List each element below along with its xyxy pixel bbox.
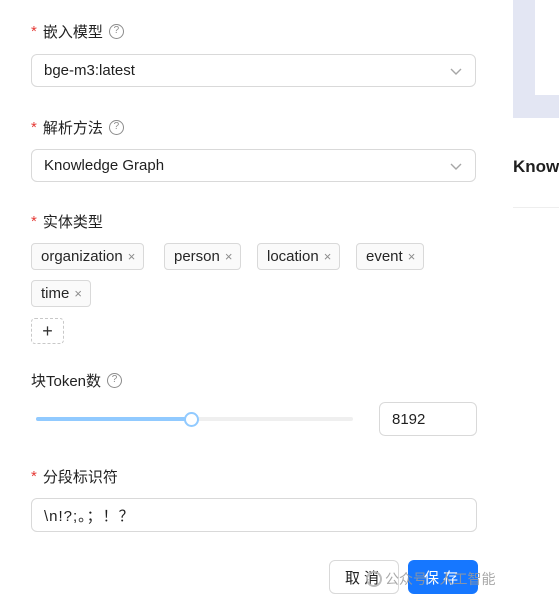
required-mark: * xyxy=(31,212,37,230)
tag-label: time xyxy=(41,285,70,302)
add-tag-button[interactable]: + xyxy=(31,318,64,344)
embedding-model-label: * 嵌入模型 ? xyxy=(31,21,124,41)
embedding-model-label-text: 嵌入模型 xyxy=(42,23,103,41)
tag-time: time × xyxy=(31,280,91,307)
watermark-text: 公众号 · 人工智能 xyxy=(385,571,496,587)
required-mark: * xyxy=(31,118,37,136)
help-icon[interactable]: ? xyxy=(108,23,124,39)
required-mark: * xyxy=(31,22,37,40)
watermark: 公众号 · 人工智能 xyxy=(366,569,495,589)
illustration-highlight xyxy=(535,0,559,95)
tag-person: person × xyxy=(164,243,242,270)
watermark-logo-icon xyxy=(366,571,382,587)
tag-label: organization xyxy=(41,248,123,265)
chunk-token-slider[interactable] xyxy=(36,409,353,429)
parse-method-select[interactable]: Knowledge Graph xyxy=(31,149,476,182)
chunk-token-input[interactable]: 8192 xyxy=(379,402,477,436)
close-icon[interactable]: × xyxy=(128,249,136,264)
chevron-down-icon xyxy=(450,68,462,75)
slider-track xyxy=(36,417,192,421)
tag-organization: organization × xyxy=(31,243,145,270)
chevron-down-icon xyxy=(450,163,462,170)
chunk-token-label: 块Token数 ? xyxy=(31,370,123,390)
preview-heading: Know xyxy=(513,157,559,176)
chunk-token-label-text: 块Token数 xyxy=(31,372,102,390)
entity-types-label-text: 实体类型 xyxy=(42,213,103,231)
help-icon[interactable]: ? xyxy=(108,119,124,135)
tag-event: event × xyxy=(356,243,425,270)
close-icon[interactable]: × xyxy=(408,249,416,264)
delimiter-label: * 分段标识符 xyxy=(31,466,118,486)
delimiter-input[interactable]: \n!?;。；！？ xyxy=(31,498,477,532)
tag-location: location × xyxy=(257,243,341,270)
close-icon[interactable]: × xyxy=(225,249,233,264)
slider-handle[interactable] xyxy=(184,412,200,427)
parse-method-value: Knowledge Graph xyxy=(44,157,165,174)
tag-label: location xyxy=(267,248,319,265)
parse-method-label-text: 解析方法 xyxy=(42,119,103,137)
tag-label: person xyxy=(174,248,220,265)
entity-types-label: * 实体类型 xyxy=(31,211,103,231)
divider xyxy=(513,207,559,208)
plus-icon: + xyxy=(42,320,53,341)
close-icon[interactable]: × xyxy=(324,249,332,264)
delimiter-value: \n!?;。；！？ xyxy=(44,507,135,525)
required-mark: * xyxy=(31,467,37,485)
close-icon[interactable]: × xyxy=(74,286,82,301)
preview-pane: Know xyxy=(513,0,559,600)
chunk-token-value: 8192 xyxy=(392,410,426,428)
parse-method-label: * 解析方法 ? xyxy=(31,117,124,137)
embedding-model-select[interactable]: bge-m3:latest xyxy=(31,54,476,87)
embedding-model-value: bge-m3:latest xyxy=(44,62,135,79)
delimiter-label-text: 分段标识符 xyxy=(42,468,118,486)
help-icon[interactable]: ? xyxy=(107,372,123,388)
tag-label: event xyxy=(366,248,403,265)
